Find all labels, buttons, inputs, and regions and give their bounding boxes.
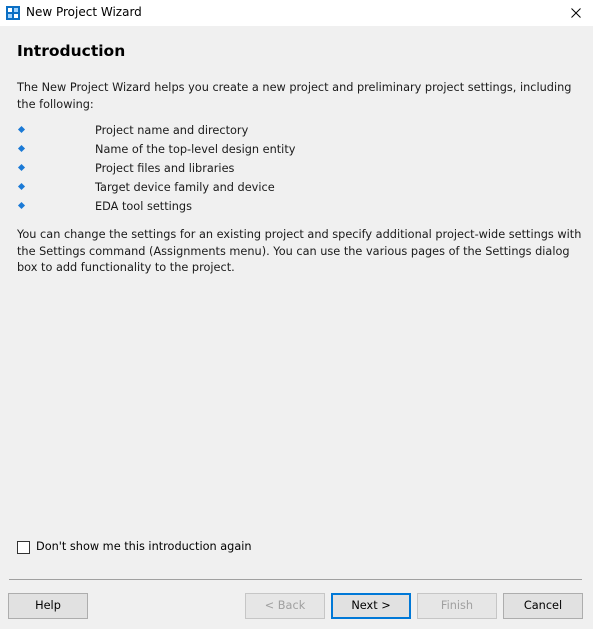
- list-item-text: EDA tool settings: [95, 200, 192, 213]
- list-item-text: Project name and directory: [95, 124, 249, 137]
- diamond-bullet-icon: [17, 201, 26, 210]
- back-button[interactable]: < Back: [245, 593, 325, 619]
- dont-show-again-option[interactable]: Don't show me this introduction again: [17, 539, 252, 555]
- intro-paragraph: The New Project Wizard helps you create …: [17, 81, 572, 111]
- button-separator: [9, 579, 582, 580]
- close-icon: [571, 8, 581, 18]
- close-button[interactable]: [559, 0, 593, 26]
- cancel-button[interactable]: Cancel: [503, 593, 583, 619]
- list-item: Target device family and device: [17, 180, 577, 199]
- page-heading: Introduction: [17, 42, 126, 60]
- settings-bullet-list: Project name and directory Name of the t…: [17, 123, 577, 218]
- closing-paragraph: You can change the settings for an exist…: [17, 228, 582, 274]
- help-button[interactable]: Help: [8, 593, 88, 619]
- title-bar[interactable]: New Project Wizard: [0, 0, 593, 26]
- project-wizard-icon: [6, 5, 20, 20]
- next-button[interactable]: Next >: [331, 593, 411, 619]
- list-item-text: Name of the top-level design entity: [95, 143, 296, 156]
- diamond-bullet-icon: [17, 125, 26, 134]
- diamond-bullet-icon: [17, 144, 26, 153]
- dont-show-again-checkbox[interactable]: [17, 540, 30, 554]
- list-item: Project files and libraries: [17, 161, 577, 180]
- window-title: New Project Wizard: [26, 5, 142, 19]
- dont-show-again-label[interactable]: Don't show me this introduction again: [36, 539, 252, 555]
- diamond-bullet-icon: [17, 163, 26, 172]
- list-item: EDA tool settings: [17, 199, 577, 218]
- list-item-text: Project files and libraries: [95, 162, 235, 175]
- diamond-bullet-icon: [17, 182, 26, 191]
- list-item-text: Target device family and device: [95, 181, 275, 194]
- list-item: Project name and directory: [17, 123, 577, 142]
- finish-button[interactable]: Finish: [417, 593, 497, 619]
- list-item: Name of the top-level design entity: [17, 142, 577, 161]
- new-project-wizard-window: New Project Wizard Introduction The New …: [0, 0, 593, 629]
